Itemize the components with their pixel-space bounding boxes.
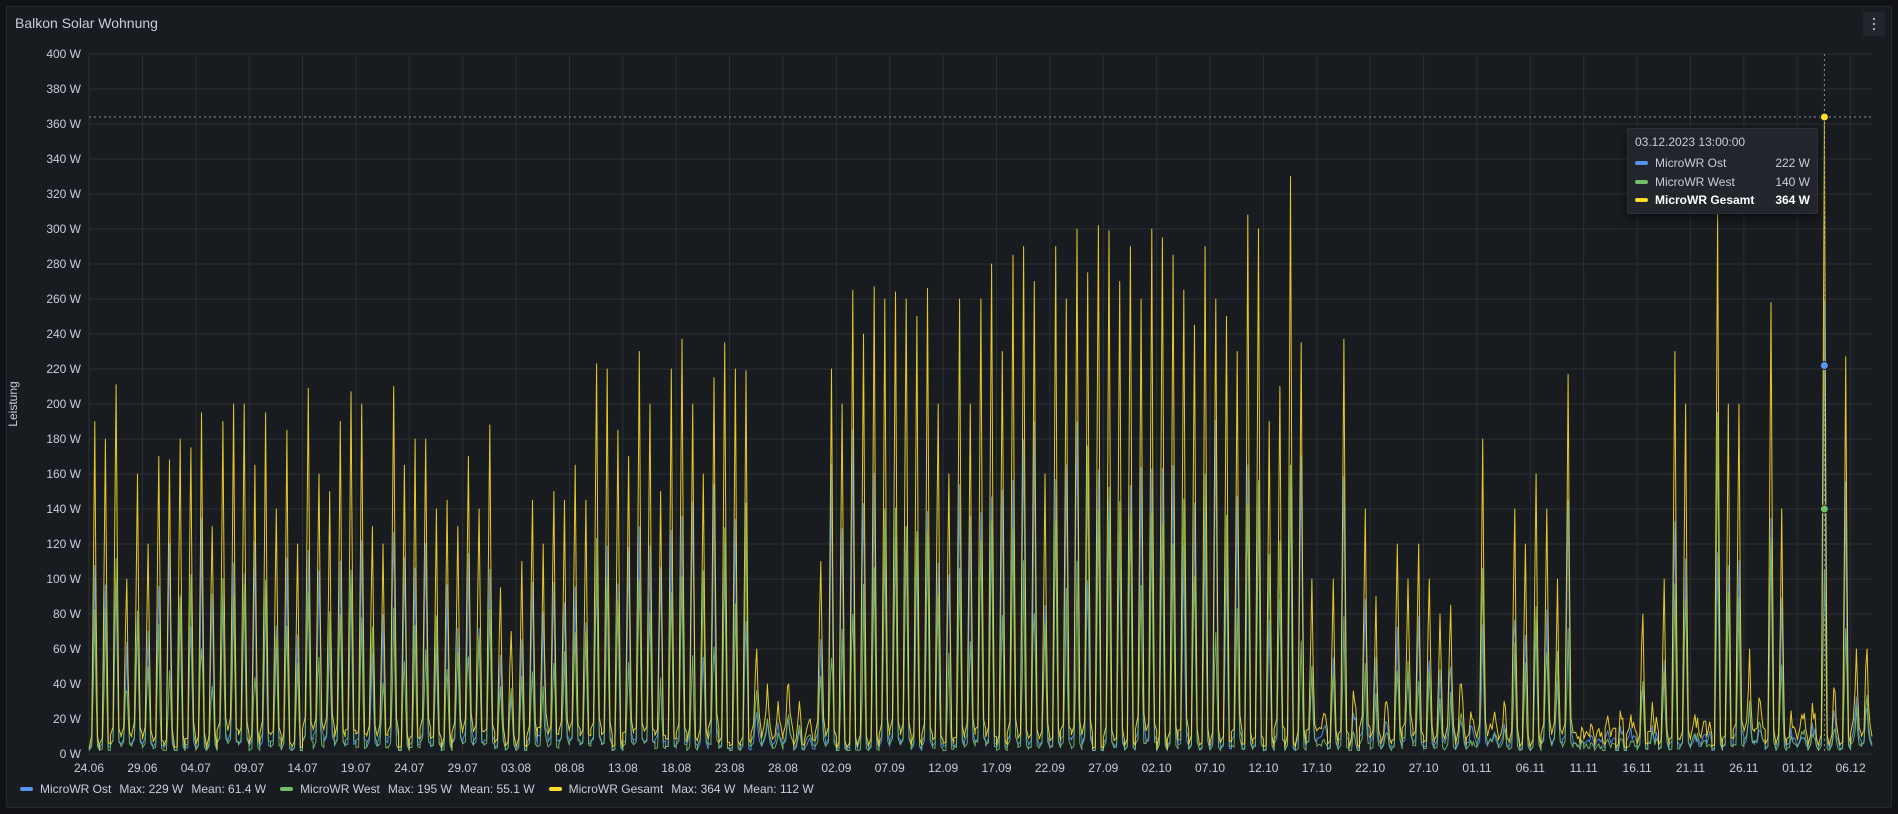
x-tick-label: 06.12 [1836, 761, 1866, 775]
x-tick-label: 09.07 [234, 761, 264, 775]
x-tick-label: 04.07 [181, 761, 211, 775]
y-tick-label: 20 W [53, 712, 82, 726]
hover-point-ost [1819, 361, 1829, 370]
y-tick-label: 280 W [46, 257, 81, 271]
series-line-gesamt [88, 116, 1873, 750]
west-swatch [280, 787, 294, 791]
tooltip-row-ost: MicroWR Ost 222 W [1635, 154, 1810, 173]
series-line-west [88, 412, 1873, 751]
x-tick-label: 13.08 [608, 761, 638, 775]
y-tick-label: 160 W [46, 467, 81, 481]
gesamt-swatch [1635, 198, 1648, 203]
y-tick-label: 300 W [46, 222, 81, 236]
legend-series-name: MicroWR Gesamt [568, 782, 664, 796]
legend-item-west[interactable]: MicroWR West Max: 195 W Mean: 55.1 W [280, 782, 535, 796]
x-tick-label: 29.07 [448, 761, 478, 775]
y-tick-label: 340 W [46, 152, 81, 166]
x-tick-label: 24.06 [74, 761, 104, 775]
ost-swatch [20, 787, 33, 791]
y-tick-label: 60 W [53, 642, 82, 656]
y-tick-label: 100 W [46, 572, 81, 586]
x-tick-label: 22.09 [1035, 761, 1065, 775]
gesamt-swatch [548, 787, 562, 791]
chart-legend: MicroWR Ost Max: 229 W Mean: 61.4 W Micr… [20, 782, 828, 796]
x-tick-label: 21.11 [1676, 761, 1705, 775]
x-tick-label: 22.10 [1355, 761, 1385, 775]
line-chart[interactable]: 0 W 20 W 40 W 60 W 80 W 100 W 120 W 140 W 160 W 1… [0, 0, 1898, 814]
legend-mean: Mean: 61.4 W [191, 782, 267, 796]
tooltip-series-value: 364 W [1775, 193, 1810, 208]
y-tick-label: 360 W [46, 117, 81, 131]
y-tick-label: 320 W [46, 187, 81, 201]
x-tick-label: 17.10 [1302, 761, 1332, 775]
y-tick-labels: 0 W 20 W 40 W 60 W 80 W 100 W 120 W 140 W 160 W 1… [46, 47, 81, 761]
tooltip-series-name: MicroWR West [1655, 174, 1735, 189]
tooltip-series-value: 140 W [1775, 174, 1810, 189]
y-tick-label: 220 W [46, 362, 81, 376]
x-tick-label: 08.08 [554, 761, 584, 775]
x-tick-label: 29.06 [127, 761, 157, 775]
x-tick-label: 01.11 [1462, 761, 1491, 775]
y-tick-label: 140 W [46, 502, 81, 516]
x-tick-label: 01.12 [1782, 761, 1812, 775]
west-swatch [1635, 179, 1648, 184]
x-tick-label: 02.10 [1142, 761, 1172, 775]
y-tick-label: 0 W [60, 747, 82, 761]
x-tick-label: 27.09 [1088, 761, 1118, 775]
chart-series [88, 116, 1873, 751]
y-tick-label: 80 W [53, 607, 82, 621]
x-tick-label: 26.11 [1729, 761, 1758, 775]
y-tick-label: 40 W [53, 677, 82, 691]
tooltip-row-west: MicroWR West 140 W [1635, 173, 1810, 192]
hover-point-west [1819, 504, 1829, 514]
y-tick-label: 240 W [46, 327, 81, 341]
legend-item-ost[interactable]: MicroWR Ost Max: 229 W Mean: 61.4 W [20, 782, 266, 796]
y-tick-label: 200 W [46, 397, 81, 411]
tooltip-row-gesamt: MicroWR Gesamt 364 W [1635, 191, 1810, 210]
x-tick-label: 28.08 [768, 761, 798, 775]
x-tick-label: 02.09 [821, 761, 851, 775]
legend-item-gesamt[interactable]: MicroWR Gesamt Max: 364 W Mean: 112 W [548, 782, 814, 796]
y-tick-label: 120 W [46, 537, 81, 551]
x-tick-label: 07.09 [875, 761, 905, 775]
legend-mean: Mean: 112 W [743, 782, 814, 796]
x-tick-label: 11.11 [1570, 761, 1599, 775]
y-tick-label: 260 W [46, 292, 81, 306]
ost-swatch [1635, 161, 1648, 166]
legend-max: Max: 229 W [119, 782, 184, 796]
hover-point-gesamt [1819, 112, 1829, 122]
x-tick-label: 06.11 [1516, 761, 1545, 775]
x-tick-labels: 24.06 29.06 04.07 09.07 14.07 19.07 24.07 29.07… [74, 761, 1866, 775]
x-tick-label: 27.10 [1409, 761, 1439, 775]
x-tick-label: 23.08 [715, 761, 745, 775]
legend-max: Max: 364 W [671, 782, 736, 796]
x-tick-label: 18.08 [661, 761, 691, 775]
y-tick-label: 400 W [46, 47, 81, 61]
x-tick-label: 12.09 [928, 761, 958, 775]
y-tick-label: 380 W [46, 82, 81, 96]
x-tick-label: 03.08 [501, 761, 531, 775]
x-tick-label: 16.11 [1623, 761, 1652, 775]
legend-series-name: MicroWR Ost [40, 782, 112, 796]
tooltip-series-name: MicroWR Gesamt [1655, 193, 1755, 208]
hover-tooltip: 03.12.2023 13:00:00 MicroWR Ost 222 W Mi… [1627, 128, 1818, 214]
legend-max: Max: 195 W [387, 782, 452, 796]
tooltip-time: 03.12.2023 13:00:00 [1635, 135, 1746, 149]
x-tick-label: 14.07 [288, 761, 318, 775]
tooltip-series-name: MicroWR Ost [1655, 156, 1727, 171]
legend-series-name: MicroWR West [300, 782, 380, 796]
x-tick-label: 19.07 [341, 761, 371, 775]
x-tick-label: 12.10 [1248, 761, 1278, 775]
y-tick-label: 180 W [46, 432, 81, 446]
x-tick-label: 24.07 [394, 761, 424, 775]
legend-mean: Mean: 55.1 W [459, 782, 535, 796]
x-tick-label: 17.09 [981, 761, 1011, 775]
x-tick-label: 07.10 [1195, 761, 1225, 775]
tooltip-series-value: 222 W [1775, 156, 1810, 171]
